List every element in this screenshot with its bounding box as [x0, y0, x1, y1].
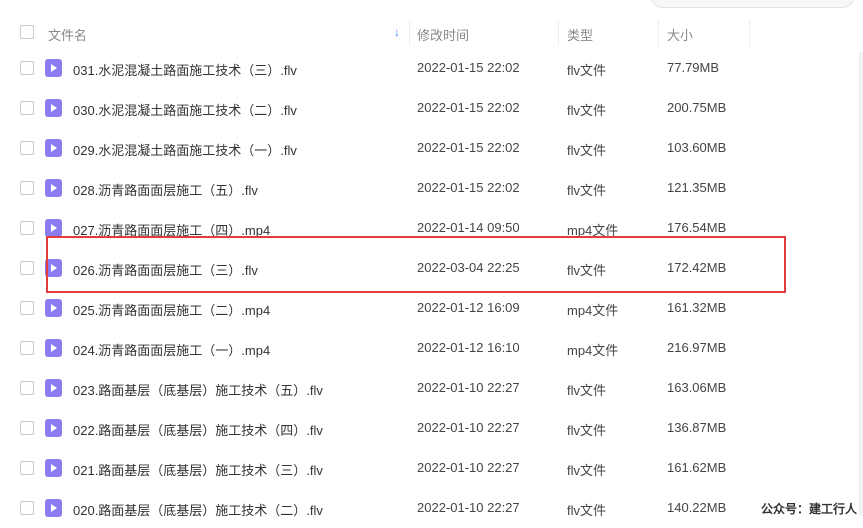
file-modified-time: 2022-01-12 16:10: [417, 340, 520, 355]
scrollbar[interactable]: [859, 52, 863, 516]
column-divider[interactable]: [558, 20, 559, 46]
file-modified-time: 2022-01-15 22:02: [417, 140, 520, 155]
video-file-icon: [45, 299, 62, 317]
row-checkbox[interactable]: [20, 501, 34, 515]
file-size: 136.87MB: [667, 420, 727, 435]
arrow-down-icon[interactable]: ↓: [394, 25, 400, 39]
file-row[interactable]: 031.水泥混凝土路面施工技术（三）.flv 2022-01-15 22:02 fl…: [0, 48, 863, 88]
file-size: 176.54MB: [667, 220, 727, 235]
watermark-text: 公众号：建工行人: [760, 502, 857, 516]
column-header-name[interactable]: 文件名: [48, 25, 87, 44]
row-checkbox[interactable]: [20, 61, 34, 75]
file-name[interactable]: 023.路面基层（底基层）施工技术（五）.flv: [73, 380, 323, 399]
file-modified-time: 2022-01-15 22:02: [417, 60, 520, 75]
video-file-icon: [45, 219, 62, 237]
column-divider[interactable]: [749, 20, 750, 46]
select-all-checkbox[interactable]: [20, 25, 34, 39]
file-list-header: 文件名 ↓ 修改时间 类型 大小: [0, 16, 863, 48]
video-file-icon: [45, 419, 62, 437]
column-divider[interactable]: [409, 20, 410, 46]
row-checkbox[interactable]: [20, 461, 34, 475]
file-size: 103.60MB: [667, 140, 727, 155]
file-row[interactable]: 029.水泥混凝土路面施工技术（一）.flv 2022-01-15 22:02 fl…: [0, 128, 863, 168]
file-row[interactable]: 023.路面基层（底基层）施工技术（五）.flv 2022-01-10 22:27…: [0, 368, 863, 408]
column-divider[interactable]: [658, 20, 659, 46]
search-input[interactable]: [650, 0, 855, 8]
video-file-icon: [45, 379, 62, 397]
row-checkbox[interactable]: [20, 101, 34, 115]
file-name[interactable]: 025.沥青路面面层施工（二）.mp4: [73, 300, 270, 319]
column-header-size[interactable]: 大小: [667, 25, 693, 44]
file-row[interactable]: 020.路面基层（底基层）施工技术（二）.flv 2022-01-10 22:27…: [0, 488, 863, 528]
file-name[interactable]: 030.水泥混凝土路面施工技术（二）.flv: [73, 100, 297, 119]
video-file-icon: [45, 99, 62, 117]
row-checkbox[interactable]: [20, 301, 34, 315]
row-checkbox[interactable]: [20, 221, 34, 235]
file-name[interactable]: 028.沥青路面面层施工（五）.flv: [73, 180, 258, 199]
video-file-icon: [45, 459, 62, 477]
file-row[interactable]: 025.沥青路面面层施工（二）.mp4 2022-01-12 16:09 mp4文件…: [0, 288, 863, 328]
file-size: 216.97MB: [667, 340, 727, 355]
file-name[interactable]: 031.水泥混凝土路面施工技术（三）.flv: [73, 60, 297, 79]
file-type: flv文件: [567, 143, 607, 158]
file-size: 163.06MB: [667, 380, 727, 395]
file-modified-time: 2022-01-12 16:09: [417, 300, 520, 315]
file-name[interactable]: 020.路面基层（底基层）施工技术（二）.flv: [73, 500, 323, 519]
file-type: mp4文件: [567, 343, 619, 358]
file-name[interactable]: 029.水泥混凝土路面施工技术（一）.flv: [73, 140, 297, 159]
file-name[interactable]: 024.沥青路面面层施工（一）.mp4: [73, 340, 270, 359]
file-type: flv文件: [567, 423, 607, 438]
video-file-icon: [45, 139, 62, 157]
file-row[interactable]: 022.路面基层（底基层）施工技术（四）.flv 2022-01-10 22:27…: [0, 408, 863, 448]
file-name[interactable]: 021.路面基层（底基层）施工技术（三）.flv: [73, 460, 323, 479]
row-checkbox[interactable]: [20, 341, 34, 355]
file-row[interactable]: 021.路面基层（底基层）施工技术（三）.flv 2022-01-10 22:27…: [0, 448, 863, 488]
file-size: 140.22MB: [667, 500, 727, 515]
file-modified-time: 2022-01-10 22:27: [417, 380, 520, 395]
file-type: mp4文件: [567, 303, 619, 318]
row-checkbox[interactable]: [20, 261, 34, 275]
file-type: flv文件: [567, 383, 607, 398]
file-modified-time: 2022-01-10 22:27: [417, 420, 520, 435]
file-modified-time: 2022-01-14 09:50: [417, 220, 520, 235]
row-checkbox[interactable]: [20, 421, 34, 435]
file-modified-time: 2022-01-10 22:27: [417, 460, 520, 475]
column-header-modified[interactable]: 修改时间: [417, 25, 469, 44]
top-toolbar: [0, 0, 863, 10]
file-modified-time: 2022-01-10 22:27: [417, 500, 520, 515]
file-row[interactable]: 024.沥青路面面层施工（一）.mp4 2022-01-12 16:10 mp4文件…: [0, 328, 863, 368]
file-size: 161.32MB: [667, 300, 727, 315]
video-file-icon: [45, 59, 62, 77]
file-type: flv文件: [567, 463, 607, 478]
file-type: flv文件: [567, 503, 607, 518]
file-row[interactable]: 028.沥青路面面层施工（五）.flv 2022-01-15 22:02 flv文件…: [0, 168, 863, 208]
file-size: 77.79MB: [667, 60, 720, 75]
file-modified-time: 2022-01-15 22:02: [417, 180, 520, 195]
video-file-icon: [45, 339, 62, 357]
file-type: flv文件: [567, 63, 607, 78]
row-checkbox[interactable]: [20, 181, 34, 195]
row-checkbox[interactable]: [20, 141, 34, 155]
highlight-box: [46, 236, 786, 293]
column-header-type[interactable]: 类型: [567, 25, 593, 44]
file-size: 121.35MB: [667, 180, 727, 195]
file-size: 200.75MB: [667, 100, 727, 115]
file-modified-time: 2022-01-15 22:02: [417, 100, 520, 115]
row-checkbox[interactable]: [20, 381, 34, 395]
video-file-icon: [45, 179, 62, 197]
file-type: flv文件: [567, 103, 607, 118]
file-name[interactable]: 022.路面基层（底基层）施工技术（四）.flv: [73, 420, 323, 439]
file-type: flv文件: [567, 183, 607, 198]
file-row[interactable]: 030.水泥混凝土路面施工技术（二）.flv 2022-01-15 22:02 fl…: [0, 88, 863, 128]
video-file-icon: [45, 499, 62, 517]
file-size: 161.62MB: [667, 460, 727, 475]
